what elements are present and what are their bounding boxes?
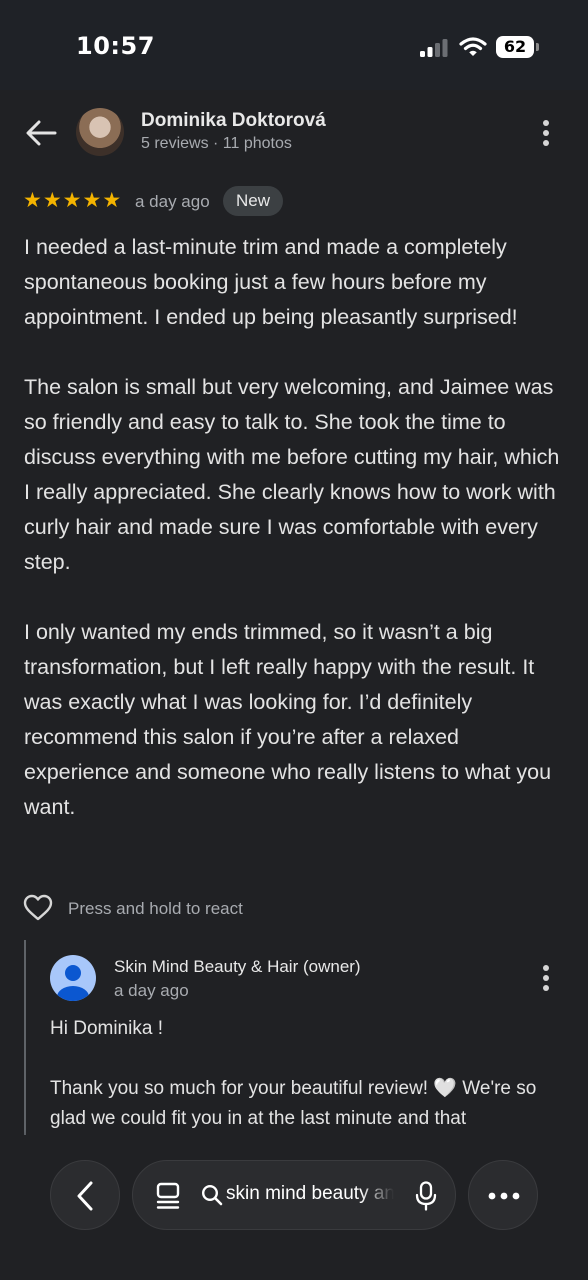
review-paragraph: The salon is small but very welcoming, a… xyxy=(24,375,560,574)
tabs-icon[interactable] xyxy=(155,1182,181,1210)
status-bar: 10:57 62 xyxy=(0,0,588,90)
star-icon: ★ xyxy=(23,189,42,212)
more-vert-icon[interactable] xyxy=(534,118,558,148)
review-paragraph: I needed a last-minute trim and made a c… xyxy=(24,235,518,329)
nav-back-button[interactable] xyxy=(50,1160,120,1230)
review-text: I needed a last-minute trim and made a c… xyxy=(24,230,569,860)
star-icon: ★ xyxy=(42,189,62,212)
react-hint: Press and hold to react xyxy=(68,899,243,918)
star-icon: ★ xyxy=(62,189,82,212)
more-horiz-icon[interactable] xyxy=(468,1160,538,1230)
new-badge: New xyxy=(223,186,284,216)
arrow-left-icon[interactable] xyxy=(24,118,58,148)
mic-icon[interactable] xyxy=(415,1181,437,1211)
search-icon xyxy=(201,1184,223,1206)
reply-body: Thank you so much for your beautiful rev… xyxy=(50,1078,537,1129)
review-paragraph: I only wanted my ends trimmed, so it was… xyxy=(24,620,552,819)
chevron-left-icon[interactable] xyxy=(51,1161,121,1231)
status-time: 10:57 xyxy=(76,32,155,60)
star-icon: ★ xyxy=(102,189,122,212)
reviewer-avatar[interactable] xyxy=(76,108,124,156)
wifi-icon xyxy=(459,37,487,56)
search-query[interactable]: skin mind beauty and hair xyxy=(226,1183,394,1209)
review-time: a day ago xyxy=(135,192,210,211)
star-rating: ★ ★ ★ ★ ★ xyxy=(23,190,121,212)
cellular-signal-icon xyxy=(420,39,448,57)
more-vert-icon[interactable] xyxy=(534,963,558,993)
owner-name: Skin Mind Beauty & Hair (owner) xyxy=(114,957,361,976)
person-icon[interactable] xyxy=(50,955,96,1001)
owner-reply-time: a day ago xyxy=(114,981,189,1000)
search-bar[interactable]: skin mind beauty and hair xyxy=(132,1160,456,1230)
battery-indicator: 62 xyxy=(496,36,539,58)
reply-divider xyxy=(24,940,26,1135)
star-icon: ★ xyxy=(82,189,102,212)
reply-greeting: Hi Dominika ! xyxy=(50,1018,163,1039)
reviewer-name[interactable]: Dominika Doktorová xyxy=(141,110,326,132)
heart-outline-icon[interactable] xyxy=(23,893,53,923)
reviewer-meta: 5 reviews · 11 photos xyxy=(141,135,292,152)
